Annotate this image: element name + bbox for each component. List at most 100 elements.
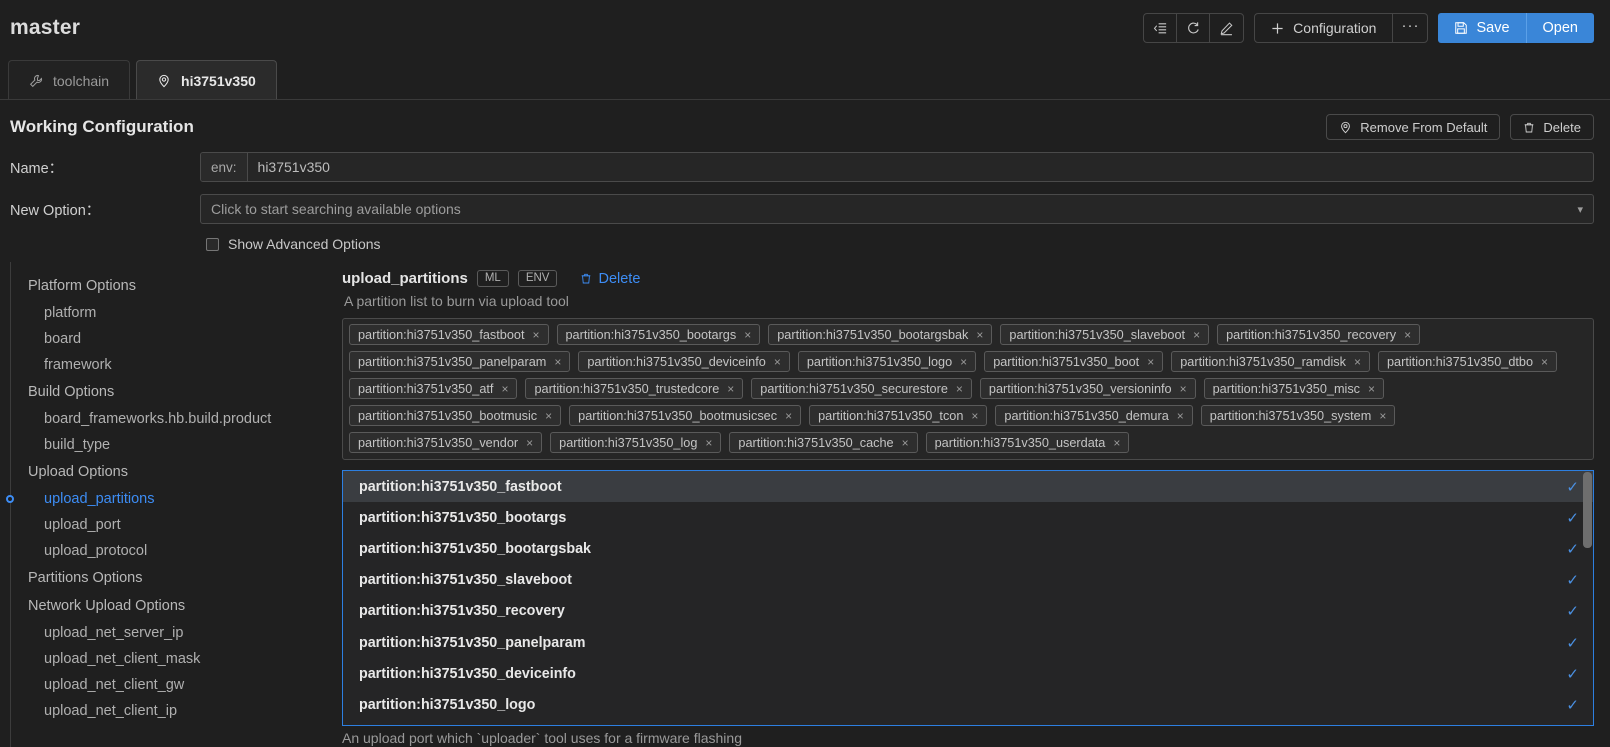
remove-tag-icon[interactable]: × <box>501 382 508 396</box>
option-name: upload_partitions <box>342 270 468 287</box>
remove-tag-icon[interactable]: × <box>554 355 561 369</box>
option-delete-button[interactable]: Delete <box>580 271 640 287</box>
remove-tag-icon[interactable]: × <box>1193 328 1200 342</box>
remove-tag-icon[interactable]: × <box>1404 328 1411 342</box>
save-label: Save <box>1476 20 1510 36</box>
tab-hi3751v350[interactable]: hi3751v350 <box>136 60 277 100</box>
partition-tag[interactable]: partition:hi3751v350_cache × <box>729 432 918 453</box>
partitions-tag-input[interactable]: partition:hi3751v350_fastboot × partition:… <box>342 318 1594 460</box>
partition-tag[interactable]: partition:hi3751v350_recovery × <box>1217 324 1421 345</box>
partition-tag[interactable]: partition:hi3751v350_bootargs × <box>556 324 761 345</box>
partition-tag[interactable]: partition:hi3751v350_ramdisk × <box>1171 351 1370 372</box>
partition-tag[interactable]: partition:hi3751v350_bootmusic × <box>349 405 562 426</box>
remove-tag-icon[interactable]: × <box>526 436 533 450</box>
open-button[interactable]: Open <box>1525 13 1594 43</box>
name-input[interactable]: hi3751v350 <box>248 153 1593 181</box>
partition-tag[interactable]: partition:hi3751v350_securestore × <box>751 378 972 399</box>
sidebar-item-board_frameworks.hb.build.product[interactable]: board_frameworks.hb.build.product <box>0 406 336 432</box>
option-header: upload_partitions ML ENV Delete <box>342 270 1594 287</box>
sidebar-item-upload_partitions[interactable]: upload_partitions <box>0 486 336 512</box>
save-button[interactable]: Save <box>1438 13 1526 43</box>
partition-tag[interactable]: partition:hi3751v350_fastboot × <box>349 324 549 345</box>
remove-tag-icon[interactable]: × <box>532 328 539 342</box>
partition-tag[interactable]: partition:hi3751v350_deviceinfo × <box>578 351 790 372</box>
add-configuration-button[interactable]: Configuration <box>1255 14 1394 42</box>
remove-tag-icon[interactable]: × <box>1147 355 1154 369</box>
partition-tag[interactable]: partition:hi3751v350_tcon × <box>809 405 988 426</box>
name-input-wrapper[interactable]: env: hi3751v350 <box>200 152 1594 182</box>
dropdown-scrollbar[interactable] <box>1583 472 1592 548</box>
sidebar-item-upload_net_client_gw[interactable]: upload_net_client_gw <box>0 672 336 698</box>
remove-tag-icon[interactable]: × <box>705 436 712 450</box>
partition-tag[interactable]: partition:hi3751v350_dtbo × <box>1378 351 1558 372</box>
dropdown-option[interactable]: partition:hi3751v350_recovery ✓ <box>343 596 1593 627</box>
partition-tag[interactable]: partition:hi3751v350_atf × <box>349 378 518 399</box>
sidebar-item-label: upload_net_client_gw <box>44 677 185 693</box>
partitions-dropdown[interactable]: partition:hi3751v350_fastboot ✓ partition:… <box>342 470 1594 726</box>
sidebar-item-platform[interactable]: platform <box>0 300 336 326</box>
sidebar-item-upload_port[interactable]: upload_port <box>0 512 336 538</box>
sidebar-item-upload_net_client_mask[interactable]: upload_net_client_mask <box>0 646 336 672</box>
dropdown-option[interactable]: partition:hi3751v350_deviceinfo ✓ <box>343 658 1593 689</box>
partition-tag[interactable]: partition:hi3751v350_versioninfo × <box>979 378 1196 399</box>
partition-tag[interactable]: partition:hi3751v350_bootargsbak × <box>768 324 993 345</box>
partition-tag[interactable]: partition:hi3751v350_slaveboot × <box>1000 324 1210 345</box>
partition-tag[interactable]: partition:hi3751v350_panelparam × <box>349 351 571 372</box>
remove-tag-icon[interactable]: × <box>1379 409 1386 423</box>
remove-tag-icon[interactable]: × <box>902 436 909 450</box>
remove-tag-icon[interactable]: × <box>774 355 781 369</box>
partition-tag[interactable]: partition:hi3751v350_misc × <box>1203 378 1385 399</box>
remove-tag-icon[interactable]: × <box>956 382 963 396</box>
sidebar-item-framework[interactable]: framework <box>0 352 336 378</box>
dropdown-option[interactable]: partition:hi3751v350_bootargs ✓ <box>343 502 1593 533</box>
remove-tag-icon[interactable]: × <box>545 409 552 423</box>
remove-tag-icon[interactable]: × <box>960 355 967 369</box>
dropdown-option[interactable]: partition:hi3751v350_slaveboot ✓ <box>343 565 1593 596</box>
new-option-select[interactable]: Click to start searching available optio… <box>200 194 1594 224</box>
partition-tag-label: partition:hi3751v350_securestore <box>760 381 948 396</box>
partition-tag[interactable]: partition:hi3751v350_vendor × <box>349 432 543 453</box>
remove-tag-icon[interactable]: × <box>785 409 792 423</box>
partition-tag-label: partition:hi3751v350_demura <box>1004 408 1169 423</box>
dropdown-option[interactable]: partition:hi3751v350_logo ✓ <box>343 689 1593 720</box>
pencil-edit-icon-button[interactable] <box>1210 14 1243 42</box>
remove-tag-icon[interactable]: × <box>976 328 983 342</box>
sidebar-item-build_type[interactable]: build_type <box>0 432 336 458</box>
remove-tag-icon[interactable]: × <box>1177 409 1184 423</box>
dropdown-option[interactable]: partition:hi3751v350_panelparam ✓ <box>343 627 1593 658</box>
delete-configuration-button[interactable]: Delete <box>1510 114 1594 140</box>
refresh-icon-button[interactable] <box>1177 14 1211 42</box>
sidebar-item-board[interactable]: board <box>0 326 336 352</box>
partition-tag[interactable]: partition:hi3751v350_demura × <box>995 405 1193 426</box>
remove-tag-icon[interactable]: × <box>1368 382 1375 396</box>
remove-tag-icon[interactable]: × <box>971 409 978 423</box>
sidebar-item-upload_net_client_ip[interactable]: upload_net_client_ip <box>0 698 336 724</box>
more-options-button[interactable]: ··· <box>1393 14 1427 42</box>
partition-tag[interactable]: partition:hi3751v350_bootmusicsec × <box>569 405 802 426</box>
tab-toolchain[interactable]: toolchain <box>8 60 131 100</box>
dropdown-option[interactable]: partition:hi3751v350_fastboot ✓ <box>343 471 1593 503</box>
sidebar-item-upload_net_server_ip[interactable]: upload_net_server_ip <box>0 620 336 646</box>
partition-tag[interactable]: partition:hi3751v350_boot × <box>984 351 1164 372</box>
partition-tag[interactable]: partition:hi3751v350_trustedcore × <box>525 378 744 399</box>
remove-tag-icon[interactable]: × <box>727 382 734 396</box>
dropdown-option[interactable]: partition:hi3751v350_bootargsbak ✓ <box>343 533 1593 564</box>
list-tree-icon-button[interactable] <box>1144 14 1178 42</box>
remove-tag-icon[interactable]: × <box>744 328 751 342</box>
sidebar-item-upload_protocol[interactable]: upload_protocol <box>0 538 336 564</box>
remove-from-default-button[interactable]: Remove From Default <box>1326 114 1501 140</box>
trash-icon <box>1525 122 1534 132</box>
remove-tag-icon[interactable]: × <box>1541 355 1548 369</box>
chevron-down-icon: ▾ <box>1577 203 1583 216</box>
working-configuration-header: Working Configuration Remove From Defaul… <box>0 100 1610 146</box>
partition-tag[interactable]: partition:hi3751v350_userdata × <box>925 432 1130 453</box>
sidebar-item-label: board <box>44 331 82 347</box>
show-advanced-options-checkbox[interactable] <box>206 237 219 251</box>
remove-tag-icon[interactable]: × <box>1180 382 1187 396</box>
working-configuration-actions: Remove From Default Delete <box>1326 114 1594 140</box>
remove-tag-icon[interactable]: × <box>1354 355 1361 369</box>
remove-tag-icon[interactable]: × <box>1113 436 1120 450</box>
partition-tag[interactable]: partition:hi3751v350_system × <box>1200 405 1396 426</box>
partition-tag[interactable]: partition:hi3751v350_log × <box>550 432 722 453</box>
partition-tag[interactable]: partition:hi3751v350_logo × <box>797 351 977 372</box>
